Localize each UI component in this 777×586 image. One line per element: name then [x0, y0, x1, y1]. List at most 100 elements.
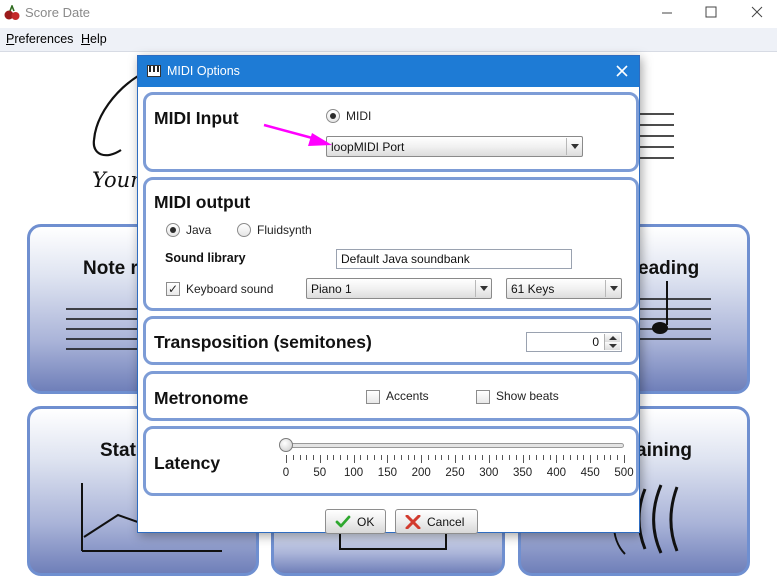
- latency-tick: [380, 455, 382, 460]
- latency-tick: [421, 455, 423, 463]
- dialog-close-icon[interactable]: [614, 63, 630, 79]
- latency-tick: [583, 455, 585, 460]
- latency-panel: Latency 0 50 100 150 200 250 300 350 400 450 500: [143, 426, 639, 496]
- menu-help[interactable]: Help: [81, 32, 107, 46]
- latency-tick-label: 150: [377, 467, 397, 479]
- latency-tick: [292, 455, 294, 460]
- latency-slider-thumb[interactable]: [279, 438, 293, 452]
- latency-tick: [286, 455, 287, 463]
- latency-slider-track[interactable]: [286, 443, 624, 448]
- ok-button[interactable]: OK: [325, 509, 386, 534]
- chevron-down-icon: [566, 138, 581, 155]
- dialog-title: MIDI Options: [167, 64, 240, 78]
- java-radio[interactable]: [166, 223, 180, 237]
- latency-tick: [326, 455, 328, 460]
- latency-tick: [313, 455, 315, 460]
- tile-ear-training-label: aining: [636, 440, 692, 461]
- latency-tick: [387, 455, 389, 463]
- midi-input-port-value: loopMIDI Port: [331, 140, 405, 154]
- window-title: Score Date: [25, 5, 91, 20]
- logo-staff-icon: [638, 113, 674, 159]
- midi-output-title: MIDI output: [154, 192, 251, 212]
- latency-tick: [455, 455, 456, 463]
- latency-tick: [441, 455, 443, 460]
- latency-tick: [414, 455, 416, 460]
- cancel-x-icon: [405, 515, 421, 529]
- checkmark-icon: [335, 515, 351, 528]
- latency-tick: [563, 455, 565, 460]
- latency-tick: [360, 455, 362, 460]
- keys-value: 61 Keys: [511, 282, 555, 296]
- latency-tick: [407, 455, 409, 460]
- midi-input-title: MIDI Input: [154, 108, 239, 128]
- latency-tick: [529, 455, 531, 460]
- latency-tick: [576, 455, 578, 460]
- spinner-up-icon[interactable]: [604, 334, 620, 342]
- midi-input-radio-label: MIDI: [346, 109, 372, 123]
- transposition-title: Transposition (semitones): [154, 332, 372, 352]
- keyboard-sound-checkbox[interactable]: ✓: [166, 282, 180, 296]
- latency-tick-label: 350: [513, 467, 533, 479]
- latency-tick: [502, 455, 504, 460]
- minimize-icon[interactable]: [644, 0, 690, 28]
- latency-tick: [353, 455, 355, 463]
- latency-tick: [610, 455, 612, 460]
- spinner-down-icon[interactable]: [604, 342, 620, 350]
- transposition-panel: Transposition (semitones) 0: [143, 316, 639, 365]
- keys-select[interactable]: 61 Keys: [506, 278, 622, 299]
- latency-tick: [482, 455, 484, 460]
- show-beats-label: Show beats: [496, 389, 559, 403]
- latency-tick: [495, 455, 497, 460]
- latency-tick: [488, 455, 490, 463]
- sound-library-field[interactable]: [336, 249, 572, 269]
- latency-tick: [427, 455, 429, 460]
- latency-tick: [434, 455, 436, 460]
- latency-tick: [515, 455, 517, 460]
- show-beats-checkbox[interactable]: [476, 390, 490, 404]
- latency-tick: [549, 455, 551, 460]
- sound-library-label: Sound library: [165, 251, 246, 265]
- latency-tick: [475, 455, 477, 460]
- instrument-select[interactable]: Piano 1: [306, 278, 492, 299]
- accents-checkbox[interactable]: [366, 390, 380, 404]
- maximize-icon[interactable]: [688, 0, 734, 28]
- latency-tick: [624, 455, 625, 463]
- dialog-titlebar[interactable]: MIDI Options: [138, 56, 639, 87]
- latency-tick: [590, 455, 592, 463]
- latency-tick: [306, 455, 308, 460]
- midi-input-radio[interactable]: [326, 109, 340, 123]
- close-icon[interactable]: [734, 0, 777, 28]
- fluidsynth-radio[interactable]: [237, 223, 251, 237]
- latency-tick: [468, 455, 470, 460]
- latency-tick: [346, 455, 348, 460]
- window-titlebar: Score Date: [0, 0, 777, 28]
- midi-input-port-select[interactable]: loopMIDI Port: [326, 136, 583, 157]
- chevron-down-icon: [605, 280, 620, 297]
- latency-tick-label: 50: [313, 467, 327, 479]
- menu-help-mnemonic: H: [81, 32, 91, 46]
- latency-tick: [603, 455, 605, 460]
- transposition-spinner[interactable]: 0: [526, 332, 622, 352]
- metronome-panel: Metronome Accents Show beats: [143, 371, 639, 421]
- latency-tick-label: 400: [546, 467, 566, 479]
- latency-tick: [319, 455, 321, 463]
- accents-label: Accents: [386, 389, 429, 403]
- latency-tick: [542, 455, 544, 460]
- ok-button-label: OK: [357, 515, 375, 529]
- latency-tick: [299, 455, 301, 460]
- latency-tick: [367, 455, 369, 460]
- tile-note-reading-label: Note r: [83, 258, 138, 279]
- menu-preferences[interactable]: Preferences: [6, 32, 73, 46]
- latency-tick: [596, 455, 598, 460]
- latency-tick: [617, 455, 619, 460]
- latency-tick: [556, 455, 558, 463]
- menu-preferences-label: references: [14, 32, 74, 46]
- keyboard-sound-label: Keyboard sound: [186, 282, 274, 296]
- latency-tick-label: 300: [479, 467, 499, 479]
- latency-tick: [373, 455, 375, 460]
- latency-tick: [509, 455, 511, 460]
- checkmark-icon: ✓: [168, 282, 179, 296]
- cancel-button[interactable]: Cancel: [395, 509, 478, 534]
- latency-tick-label: 100: [344, 467, 364, 479]
- instrument-value: Piano 1: [311, 282, 352, 296]
